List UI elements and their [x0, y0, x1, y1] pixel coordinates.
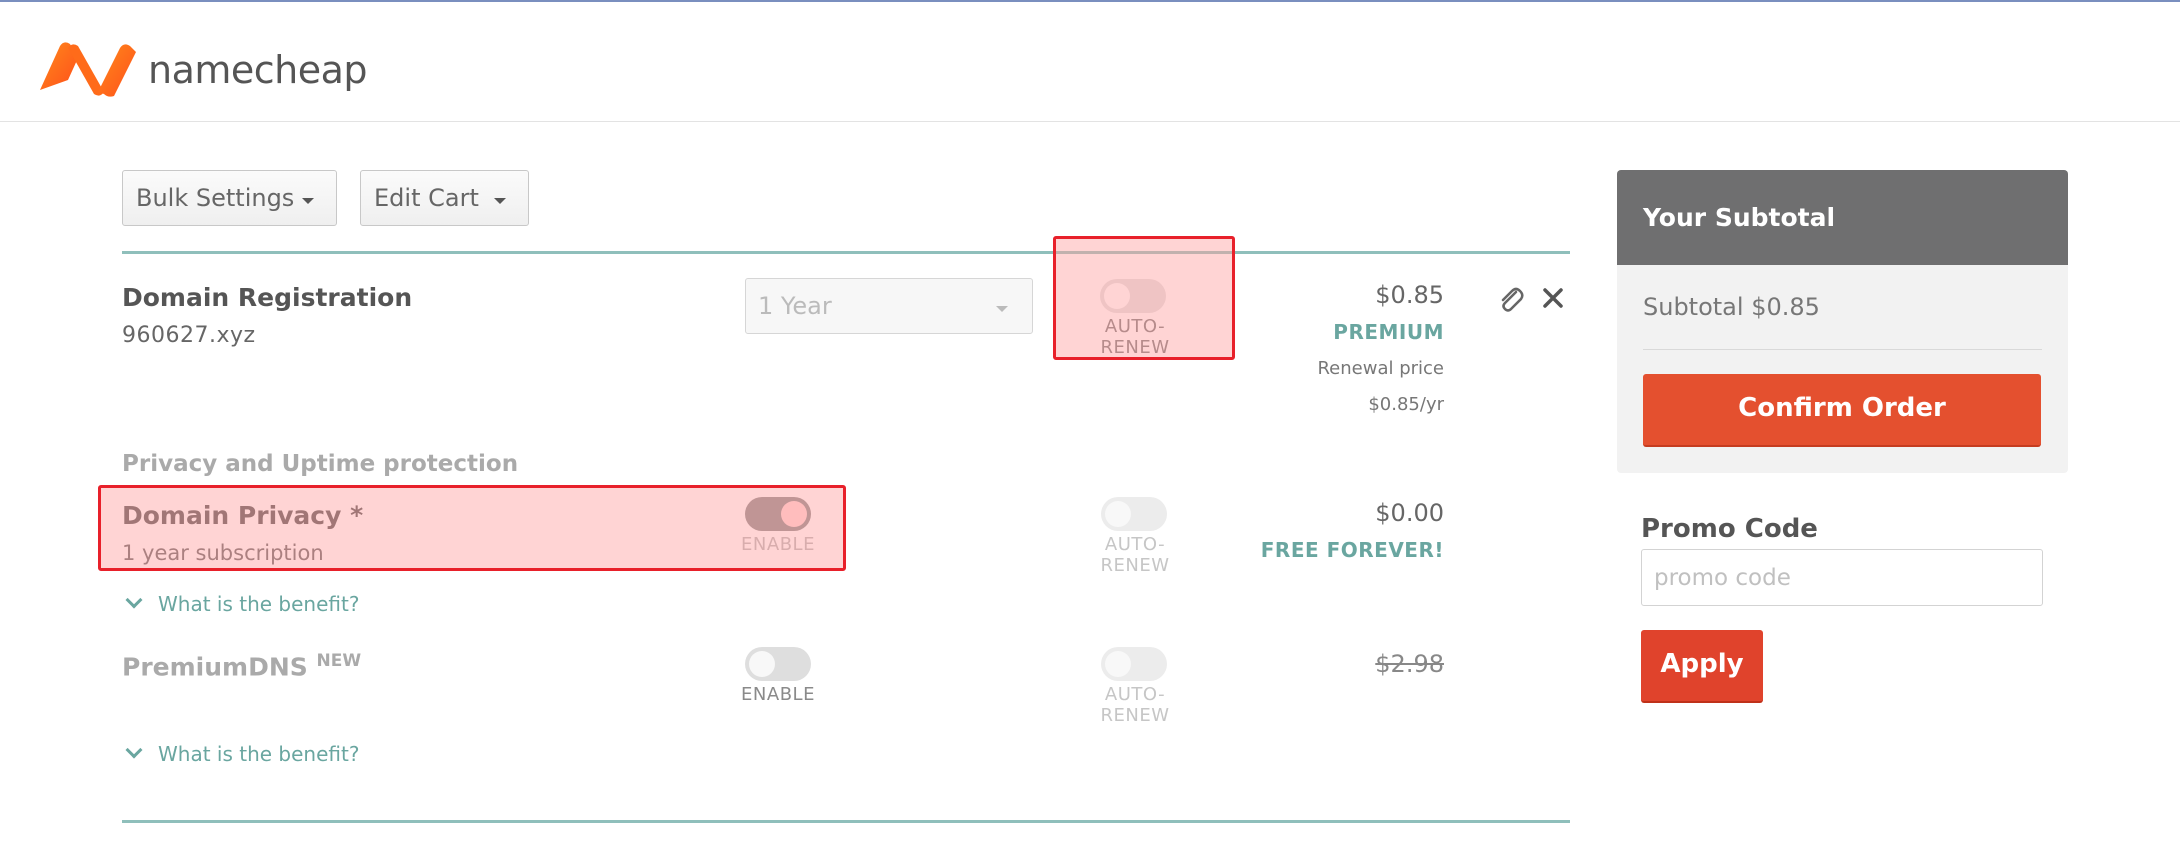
subtotal-divider	[1643, 349, 2042, 350]
premiumdns-benefit-link[interactable]: What is the benefit?	[124, 741, 360, 766]
apply-button[interactable]: Apply	[1641, 630, 1763, 703]
toggle-knob	[749, 651, 775, 677]
premiumdns-auto-renew-label: AUTO-RENEW	[1100, 684, 1170, 726]
privacy-auto-renew-toggle[interactable]	[1101, 497, 1167, 531]
subtotal-amount: Subtotal $0.85	[1643, 293, 1820, 321]
chevron-down-icon	[125, 591, 143, 609]
edit-cart-button[interactable]: Edit Cart	[360, 170, 529, 226]
premiumdns-title: PremiumDNS NEW	[122, 651, 361, 681]
confirm-order-label: Confirm Order	[1738, 393, 1946, 423]
paperclip-icon[interactable]	[1497, 286, 1525, 314]
namecheap-logo-icon[interactable]	[38, 40, 138, 98]
subtotal-title: Your Subtotal	[1643, 203, 1836, 232]
privacy-benefit-link[interactable]: What is the benefit?	[124, 591, 360, 616]
cart-top-divider	[122, 251, 1570, 254]
caret-down-icon	[996, 306, 1008, 312]
bulk-settings-label: Bulk Settings	[136, 184, 295, 212]
auto-renew-highlight	[1053, 236, 1235, 360]
edit-cart-label: Edit Cart	[374, 184, 479, 212]
new-badge: NEW	[316, 651, 362, 671]
renewal-label: Renewal price	[1317, 358, 1444, 379]
item-title: Domain Registration	[122, 283, 413, 312]
promo-code-input[interactable]	[1641, 549, 2043, 606]
item-price: $0.85	[1375, 281, 1444, 309]
section-title: Privacy and Uptime protection	[122, 451, 519, 477]
cart-bottom-divider	[122, 820, 1570, 823]
brand-name[interactable]: namecheap	[148, 48, 368, 92]
domain-privacy-highlight	[98, 485, 846, 571]
subtotal-panel: Your Subtotal Subtotal $0.85 Confirm Ord…	[1617, 170, 2068, 473]
bulk-settings-button[interactable]: Bulk Settings	[122, 170, 337, 226]
renewal-price: $0.85/yr	[1368, 394, 1444, 415]
premiumdns-price: $2.98	[1375, 650, 1444, 678]
premiumdns-name: PremiumDNS	[122, 652, 308, 682]
duration-select[interactable]: 1 Year	[745, 278, 1033, 334]
apply-label: Apply	[1660, 649, 1744, 679]
privacy-auto-renew-label: AUTO-RENEW	[1100, 534, 1170, 576]
benefit-link-text: What is the benefit?	[158, 742, 360, 766]
addon-price-tag: FREE FOREVER!	[1260, 538, 1444, 562]
premiumdns-enable-label: ENABLE	[741, 684, 815, 705]
toggle-knob	[1105, 501, 1131, 527]
benefit-link-text: What is the benefit?	[158, 592, 360, 616]
premiumdns-enable-toggle[interactable]	[745, 647, 811, 681]
site-header: namecheap	[0, 2, 2180, 122]
item-domain: 960627.xyz	[122, 323, 256, 348]
item-price-tag: PREMIUM	[1333, 320, 1444, 344]
addon-price: $0.00	[1375, 499, 1444, 527]
promo-code-label: Promo Code	[1641, 514, 1818, 544]
caret-down-icon	[494, 198, 506, 204]
confirm-order-button[interactable]: Confirm Order	[1643, 374, 2041, 447]
caret-down-icon	[302, 198, 314, 204]
premiumdns-auto-renew-toggle[interactable]	[1101, 647, 1167, 681]
close-icon[interactable]	[1542, 287, 1564, 309]
toggle-knob	[1105, 651, 1131, 677]
chevron-down-icon	[125, 741, 143, 759]
subtotal-header: Your Subtotal	[1617, 170, 2068, 265]
duration-value: 1 Year	[758, 292, 832, 320]
